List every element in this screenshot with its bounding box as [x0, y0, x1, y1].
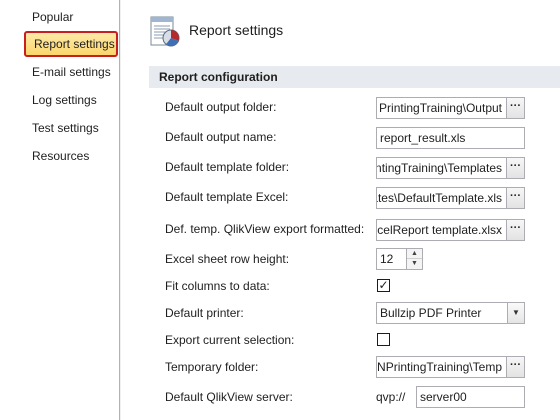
- qv-export-template-value: xcelReport template.xlsx: [376, 223, 502, 237]
- temp-folder-field[interactable]: NPrintingTraining\Temp ···: [376, 356, 525, 378]
- qv-server-value: server00: [420, 390, 467, 404]
- qv-server-label: Default QlikView server:: [165, 390, 293, 404]
- fit-columns-checkbox[interactable]: ✓: [377, 279, 390, 292]
- export-selection-checkbox[interactable]: [377, 333, 390, 346]
- section-header: Report configuration: [149, 66, 560, 88]
- printer-label: Default printer:: [165, 306, 244, 320]
- row-height-value: 12: [380, 252, 394, 266]
- template-folder-label: Default template folder:: [165, 160, 290, 174]
- template-folder-browse-button[interactable]: ···: [506, 158, 524, 178]
- output-folder-label: Default output folder:: [165, 100, 277, 114]
- template-folder-value: ntingTraining\Templates: [376, 161, 502, 175]
- chevron-down-icon[interactable]: ▼: [507, 303, 524, 323]
- qv-export-template-label: Def. temp. QlikView export formatted:: [165, 222, 365, 236]
- qv-export-template-field[interactable]: xcelReport template.xlsx ···: [376, 219, 525, 241]
- template-excel-label: Default template Excel:: [165, 190, 289, 204]
- spin-up-icon[interactable]: ▲: [407, 249, 422, 259]
- template-excel-value: ates\DefaultTemplate.xls: [376, 191, 502, 205]
- printer-value: Bullzip PDF Printer: [380, 306, 482, 320]
- temp-folder-value: NPrintingTraining\Temp: [377, 360, 502, 374]
- temp-folder-browse-button[interactable]: ···: [506, 357, 524, 377]
- page-title: Report settings: [189, 22, 284, 38]
- qv-server-field[interactable]: server00: [416, 386, 525, 408]
- settings-panel: Report settings Report configuration Def…: [121, 0, 560, 420]
- sidebar-item-test-settings[interactable]: Test settings: [24, 115, 107, 141]
- qv-export-template-browse-button[interactable]: ···: [506, 220, 524, 240]
- qv-server-prefix: qvp://: [376, 390, 406, 404]
- sidebar-item-resources[interactable]: Resources: [24, 143, 97, 169]
- temp-folder-label: Temporary folder:: [165, 360, 259, 374]
- output-folder-value: PrintingTraining\Output: [379, 101, 502, 115]
- output-name-field[interactable]: report_result.xls: [376, 127, 525, 149]
- output-name-label: Default output name:: [165, 130, 277, 144]
- settings-sidebar: Popular Report settings E-mail settings …: [0, 0, 120, 420]
- template-folder-field[interactable]: ntingTraining\Templates ···: [376, 157, 525, 179]
- output-name-value: report_result.xls: [380, 131, 466, 145]
- row-height-label: Excel sheet row height:: [165, 252, 290, 266]
- spin-down-icon[interactable]: ▼: [407, 259, 422, 269]
- sidebar-item-popular[interactable]: Popular: [24, 4, 81, 30]
- sidebar-item-report-settings[interactable]: Report settings: [24, 31, 118, 57]
- output-folder-field[interactable]: PrintingTraining\Output ···: [376, 97, 525, 119]
- row-height-stepper[interactable]: 12 ▲ ▼: [376, 248, 423, 270]
- template-excel-field[interactable]: ates\DefaultTemplate.xls ···: [376, 187, 525, 209]
- export-selection-label: Export current selection:: [165, 333, 295, 347]
- output-folder-browse-button[interactable]: ···: [506, 98, 524, 118]
- printer-select[interactable]: Bullzip PDF Printer ▼: [376, 302, 525, 324]
- sidebar-item-email-settings[interactable]: E-mail settings: [24, 59, 119, 85]
- row-height-spin: ▲ ▼: [406, 249, 422, 269]
- fit-columns-label: Fit columns to data:: [165, 279, 270, 293]
- template-excel-browse-button[interactable]: ···: [506, 188, 524, 208]
- sidebar-item-log-settings[interactable]: Log settings: [24, 87, 105, 113]
- report-settings-icon: [149, 16, 181, 48]
